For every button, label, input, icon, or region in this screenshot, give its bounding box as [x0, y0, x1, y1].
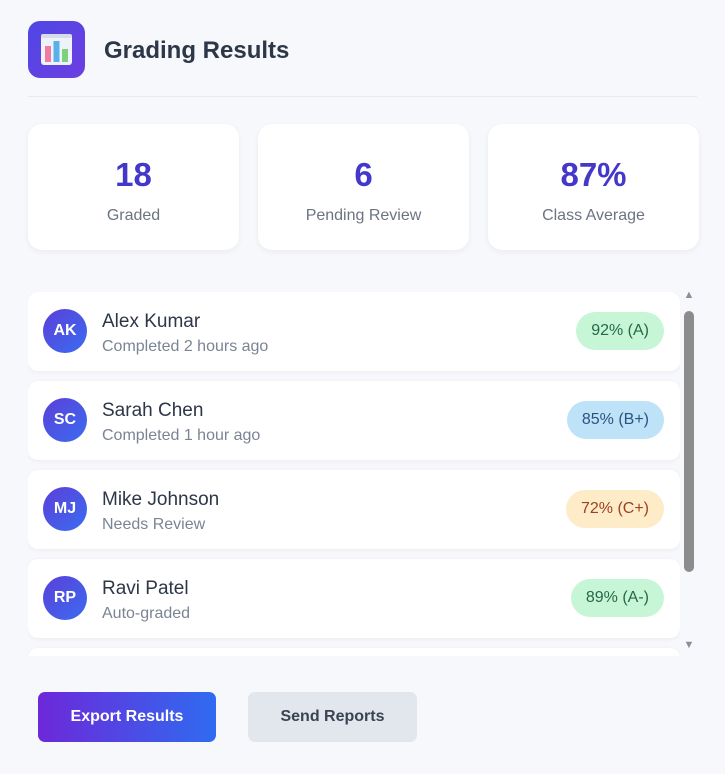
page-title: Grading Results	[104, 37, 290, 64]
student-name: Alex Kumar	[102, 311, 201, 332]
scroll-thumb[interactable]	[684, 311, 694, 572]
list-scrollbar[interactable]: ▲ ▼	[682, 289, 696, 651]
student-status: Completed 1 hour ago	[102, 427, 261, 444]
export-results-button[interactable]: Export Results	[38, 692, 216, 742]
student-status: Auto-graded	[102, 605, 191, 622]
stat-value: 6	[354, 156, 373, 193]
stat-label: Graded	[106, 207, 161, 224]
bar-chart-icon	[28, 21, 85, 78]
grade-badge: 92% (A)	[576, 312, 664, 350]
scroll-down-arrow-icon[interactable]: ▼	[683, 639, 695, 651]
student-status: Completed 2 hours ago	[102, 338, 269, 355]
student-list[interactable]: AK Alex Kumar Completed 2 hours ago 92% …	[28, 292, 680, 656]
send-reports-button[interactable]: Send Reports	[248, 692, 417, 742]
stat-value: 87%	[560, 156, 627, 193]
student-row-partial[interactable]	[28, 648, 680, 656]
scroll-up-arrow-icon[interactable]: ▲	[683, 289, 695, 301]
header: Grading Results	[28, 21, 697, 97]
student-name: Mike Johnson	[102, 489, 220, 510]
student-row[interactable]: AK Alex Kumar Completed 2 hours ago 92% …	[28, 292, 680, 371]
stat-value: 18	[115, 156, 152, 193]
stat-card-pending: 6 Pending Review	[258, 124, 469, 250]
grade-badge: 89% (A-)	[570, 579, 664, 617]
student-status: Needs Review	[102, 516, 206, 533]
avatar: AK	[43, 309, 87, 353]
avatar: RP	[43, 576, 87, 620]
grade-badge: 85% (B+)	[566, 401, 664, 439]
stat-card-graded: 18 Graded	[28, 124, 239, 250]
student-row[interactable]: RP Ravi Patel Auto-graded 89% (A-)	[28, 559, 680, 638]
stat-card-average: 87% Class Average	[488, 124, 699, 250]
student-row[interactable]: MJ Mike Johnson Needs Review 72% (C+)	[28, 470, 680, 549]
grade-badge: 72% (C+)	[565, 490, 664, 528]
student-row[interactable]: SC Sarah Chen Completed 1 hour ago 85% (…	[28, 381, 680, 460]
stat-label: Class Average	[542, 207, 645, 224]
avatar: MJ	[43, 487, 87, 531]
stat-label: Pending Review	[305, 207, 422, 224]
student-name: Ravi Patel	[102, 578, 189, 599]
avatar: SC	[43, 398, 87, 442]
student-name: Sarah Chen	[102, 400, 204, 421]
